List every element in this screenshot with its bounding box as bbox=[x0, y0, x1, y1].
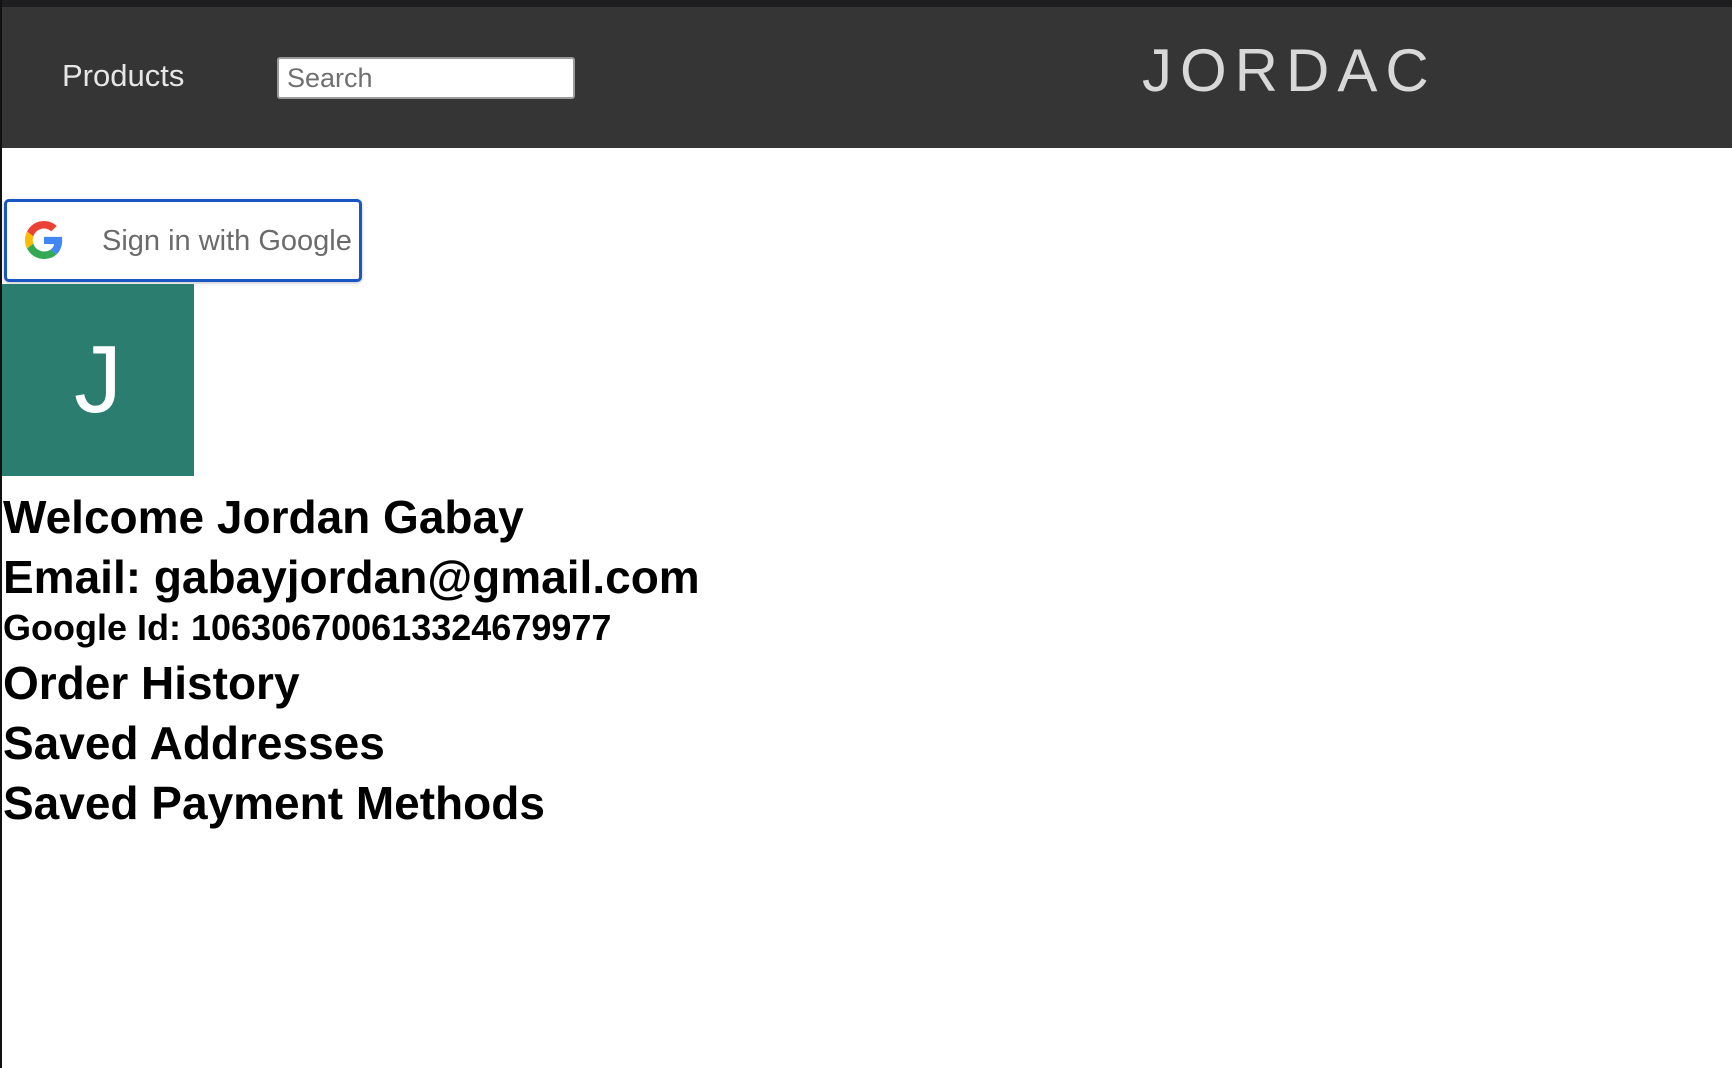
google-icon bbox=[25, 221, 63, 259]
nav-products-link[interactable]: Products bbox=[62, 60, 184, 91]
google-sign-in-button[interactable]: Sign in with Google bbox=[4, 199, 362, 282]
email-text: Email: gabayjordan@gmail.com bbox=[3, 551, 700, 603]
brand-logo[interactable]: JORDAC bbox=[1142, 41, 1437, 101]
avatar: J bbox=[2, 284, 194, 476]
google-sign-in-label: Sign in with Google bbox=[102, 225, 352, 257]
page: Products JORDAC Sign in with Google J We… bbox=[0, 0, 1732, 1068]
welcome-heading: Welcome Jordan Gabay bbox=[3, 491, 524, 543]
google-id-text: Google Id: 106306700613324679977 bbox=[3, 607, 612, 648]
window-left-edge bbox=[0, 0, 2, 1068]
saved-addresses-heading: Saved Addresses bbox=[3, 717, 385, 769]
saved-payment-methods-heading: Saved Payment Methods bbox=[3, 777, 545, 829]
search-input[interactable] bbox=[277, 57, 575, 99]
order-history-heading: Order History bbox=[3, 657, 300, 709]
navbar: Products JORDAC bbox=[2, 7, 1732, 148]
window-top-strip bbox=[0, 0, 1732, 7]
